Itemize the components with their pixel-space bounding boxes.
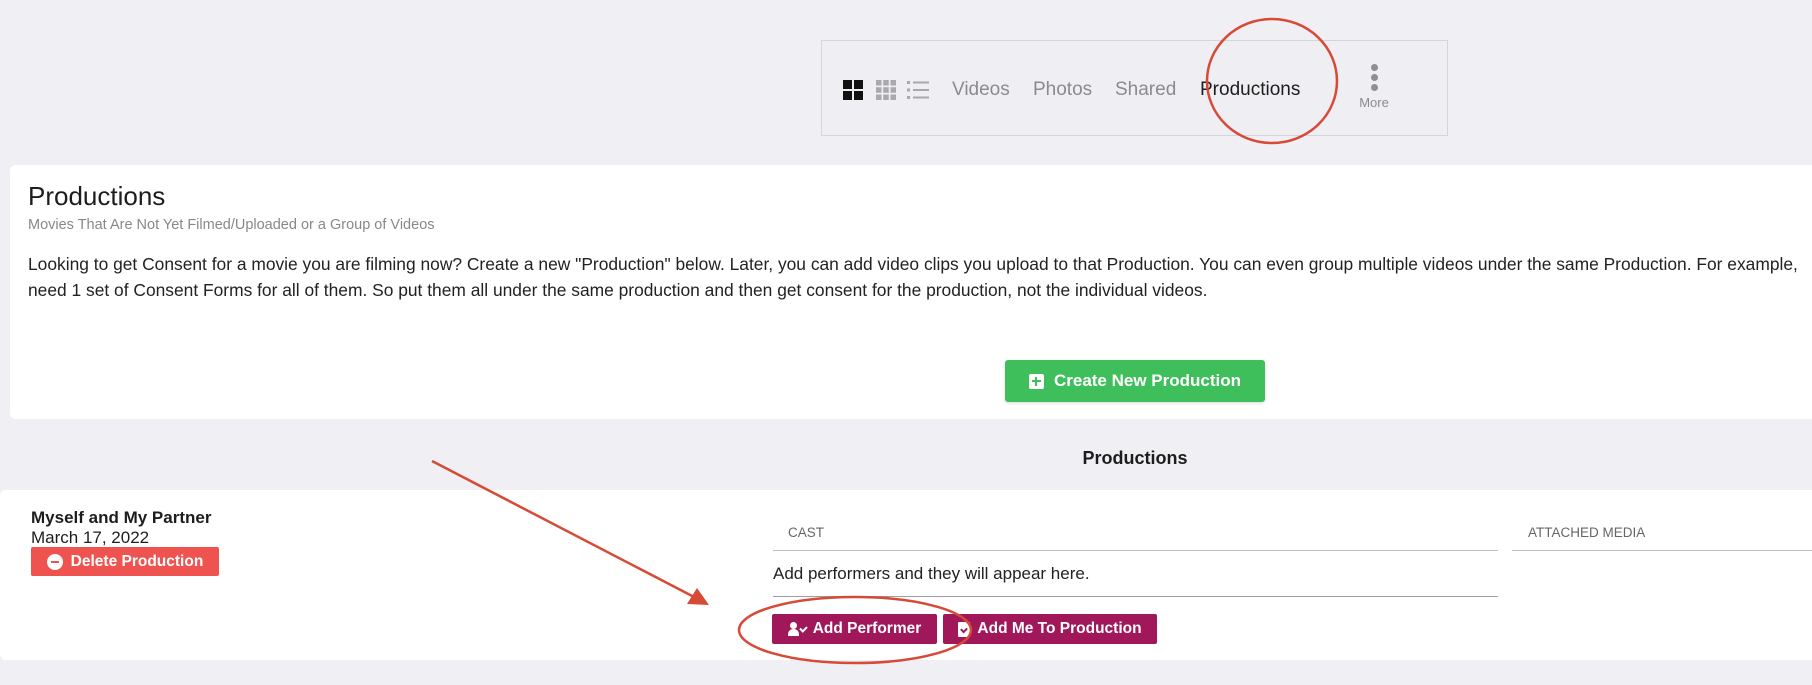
tab-videos[interactable]: Videos <box>952 79 1010 101</box>
minus-circle-icon <box>46 553 63 570</box>
page-subtitle: Movies That Are Not Yet Filmed/Uploaded … <box>28 217 435 233</box>
add-me-to-production-label: Add Me To Production <box>977 620 1142 637</box>
create-new-production-label: Create New Production <box>1053 371 1242 390</box>
attached-media-column-header: ATTACHED MEDIA <box>1528 525 1646 540</box>
more-label: More <box>1359 95 1389 110</box>
production-date: March 17, 2022 <box>31 528 150 547</box>
cast-header-divider <box>773 550 1498 551</box>
user-check-icon <box>787 622 808 636</box>
delete-production-button[interactable]: Delete Production <box>31 547 219 576</box>
productions-intro-card: Productions Movies That Are Not Yet Film… <box>10 165 1812 419</box>
file-check-icon <box>958 621 971 637</box>
production-card: Myself and My Partner March 17, 2022 Del… <box>0 490 1812 660</box>
tab-shared[interactable]: Shared <box>1115 79 1176 101</box>
cast-column-header: CAST <box>788 525 825 540</box>
media-header-divider <box>1512 550 1812 551</box>
create-new-production-button[interactable]: Create New Production <box>1005 360 1265 402</box>
productions-list-title: Productions <box>1082 448 1188 468</box>
page-title: Productions <box>28 181 166 211</box>
list-icon[interactable] <box>907 80 929 100</box>
plus-square-icon <box>1028 373 1044 389</box>
delete-production-label: Delete Production <box>70 552 204 570</box>
cast-empty-message: Add performers and they will appear here… <box>773 564 1090 583</box>
grid-large-icon[interactable] <box>843 80 863 100</box>
add-performer-button[interactable]: Add Performer <box>772 614 937 644</box>
production-name: Myself and My Partner <box>31 508 212 527</box>
view-toolbar: Videos Photos Shared Productions More <box>821 40 1448 136</box>
more-menu-button[interactable]: More <box>1349 64 1399 110</box>
cast-list-divider <box>773 596 1498 597</box>
page-description: Looking to get Consent for a movie you a… <box>28 254 1798 300</box>
tab-productions[interactable]: Productions <box>1200 79 1300 101</box>
add-performer-label: Add Performer <box>812 620 922 637</box>
grid-small-icon[interactable] <box>876 80 896 100</box>
more-vertical-icon <box>1349 64 1399 91</box>
tab-photos[interactable]: Photos <box>1033 79 1092 101</box>
add-me-to-production-button[interactable]: Add Me To Production <box>943 614 1157 644</box>
